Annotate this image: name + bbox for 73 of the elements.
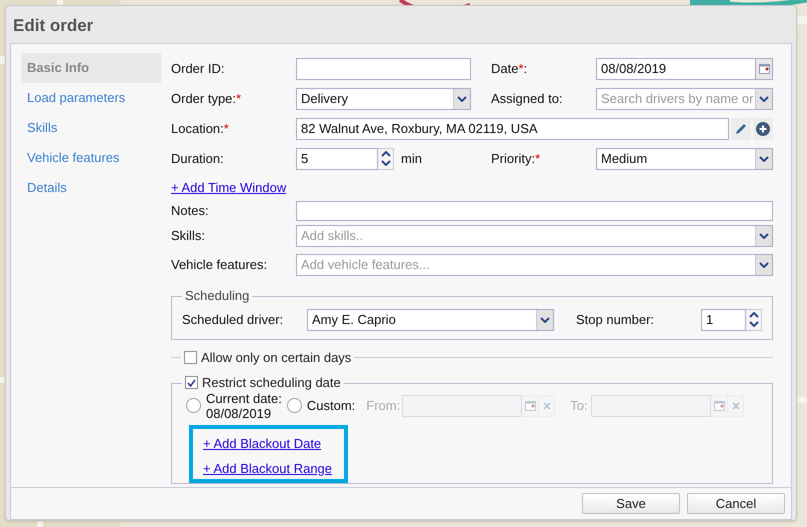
chevron-down-icon	[759, 262, 769, 268]
checkbox[interactable]	[184, 351, 197, 364]
add-time-window-link[interactable]: + Add Time Window	[171, 178, 286, 198]
date-field[interactable]: 08/08/2019	[596, 58, 756, 80]
sidebar-item[interactable]: Vehicle features	[21, 142, 161, 173]
placeholder-text: Add vehicle features...	[300, 256, 431, 274]
chevron-down-icon	[759, 96, 769, 102]
spin-buttons[interactable]	[378, 148, 394, 170]
chevron-down-icon	[380, 160, 390, 166]
calendar-button[interactable]	[756, 58, 773, 80]
chevron-up-icon	[748, 312, 758, 318]
calendar-icon	[524, 400, 536, 411]
notes-field[interactable]	[296, 200, 773, 221]
unit-label: min	[401, 150, 423, 168]
select-field[interactable]: Delivery	[296, 88, 471, 110]
field-label: From:	[366, 397, 402, 416]
dialog-button[interactable]: Save	[582, 493, 680, 514]
field-label: Location:*	[171, 121, 229, 136]
checkbox[interactable]	[185, 376, 198, 390]
edit-button[interactable]	[731, 118, 751, 140]
radio-button[interactable]	[186, 398, 201, 414]
field-label: Priority:*	[491, 151, 540, 166]
select-field[interactable]: Amy E. Caprio	[307, 308, 554, 331]
calendar-icon	[758, 64, 770, 74]
add-button[interactable]	[753, 118, 773, 140]
field-label: Order type:*	[171, 91, 242, 106]
checkbox-label: Restrict scheduling date	[202, 374, 341, 391]
select-field[interactable]: Medium	[596, 148, 773, 170]
pencil-icon	[734, 122, 748, 136]
checkbox-label: Allow only on certain days	[201, 349, 352, 368]
radio-label: Current date:	[206, 390, 282, 406]
field-label: Order ID:	[171, 61, 224, 76]
dialog-button[interactable]: Cancel	[687, 493, 785, 514]
field-label: Date*:	[491, 61, 528, 76]
dialog-title: Edit order	[12, 15, 94, 37]
calendar-icon	[714, 400, 725, 411]
selected-value: Amy E. Caprio	[311, 310, 397, 329]
sidebar-item[interactable]: Skills	[21, 112, 161, 143]
selected-value: Medium	[600, 150, 648, 168]
field-label: To:	[570, 397, 589, 416]
placeholder-text: Search drivers by name or	[600, 90, 754, 108]
close-icon	[732, 402, 740, 410]
radio-label: Custom:	[306, 397, 356, 416]
field-label: Skills:	[171, 228, 205, 244]
location-field[interactable]: 82 Walnut Ave, Roxbury, MA 02119, USA	[296, 118, 729, 140]
spin-buttons[interactable]	[746, 308, 762, 331]
current-date-text: 08/08/2019	[206, 406, 272, 421]
placeholder-text: Add skills..	[300, 226, 364, 245]
field-label: Vehicle features:	[171, 257, 268, 272]
group-legend: Scheduling	[182, 288, 252, 304]
chevron-down-icon	[759, 232, 769, 239]
number-field[interactable]: 1	[701, 308, 746, 331]
blackout-link[interactable]: + Add Blackout Range	[203, 460, 332, 477]
number-field[interactable]: 5	[296, 148, 378, 170]
field-label: Scheduled driver:	[182, 311, 284, 330]
sidebar-item[interactable]: Load parameters	[21, 82, 161, 113]
field-label: Assigned to:	[491, 91, 563, 106]
field-label: Duration:	[171, 151, 224, 166]
plus-circle-icon	[756, 122, 770, 136]
chevron-down-icon	[748, 321, 758, 328]
selected-value: Delivery	[300, 90, 349, 108]
chevron-up-icon	[380, 151, 390, 158]
text-field[interactable]	[296, 58, 471, 80]
field-label: Stop number:	[576, 311, 656, 330]
chevron-down-icon	[540, 316, 550, 323]
chevron-down-icon	[759, 156, 769, 162]
sidebar-item[interactable]: Details	[21, 172, 161, 203]
radio-button[interactable]	[286, 398, 302, 414]
chevron-down-icon	[457, 96, 467, 102]
blackout-link[interactable]: + Add Blackout Date	[203, 434, 322, 452]
close-icon	[542, 402, 551, 410]
field-label: Notes:	[171, 203, 209, 218]
check-icon	[187, 378, 196, 387]
